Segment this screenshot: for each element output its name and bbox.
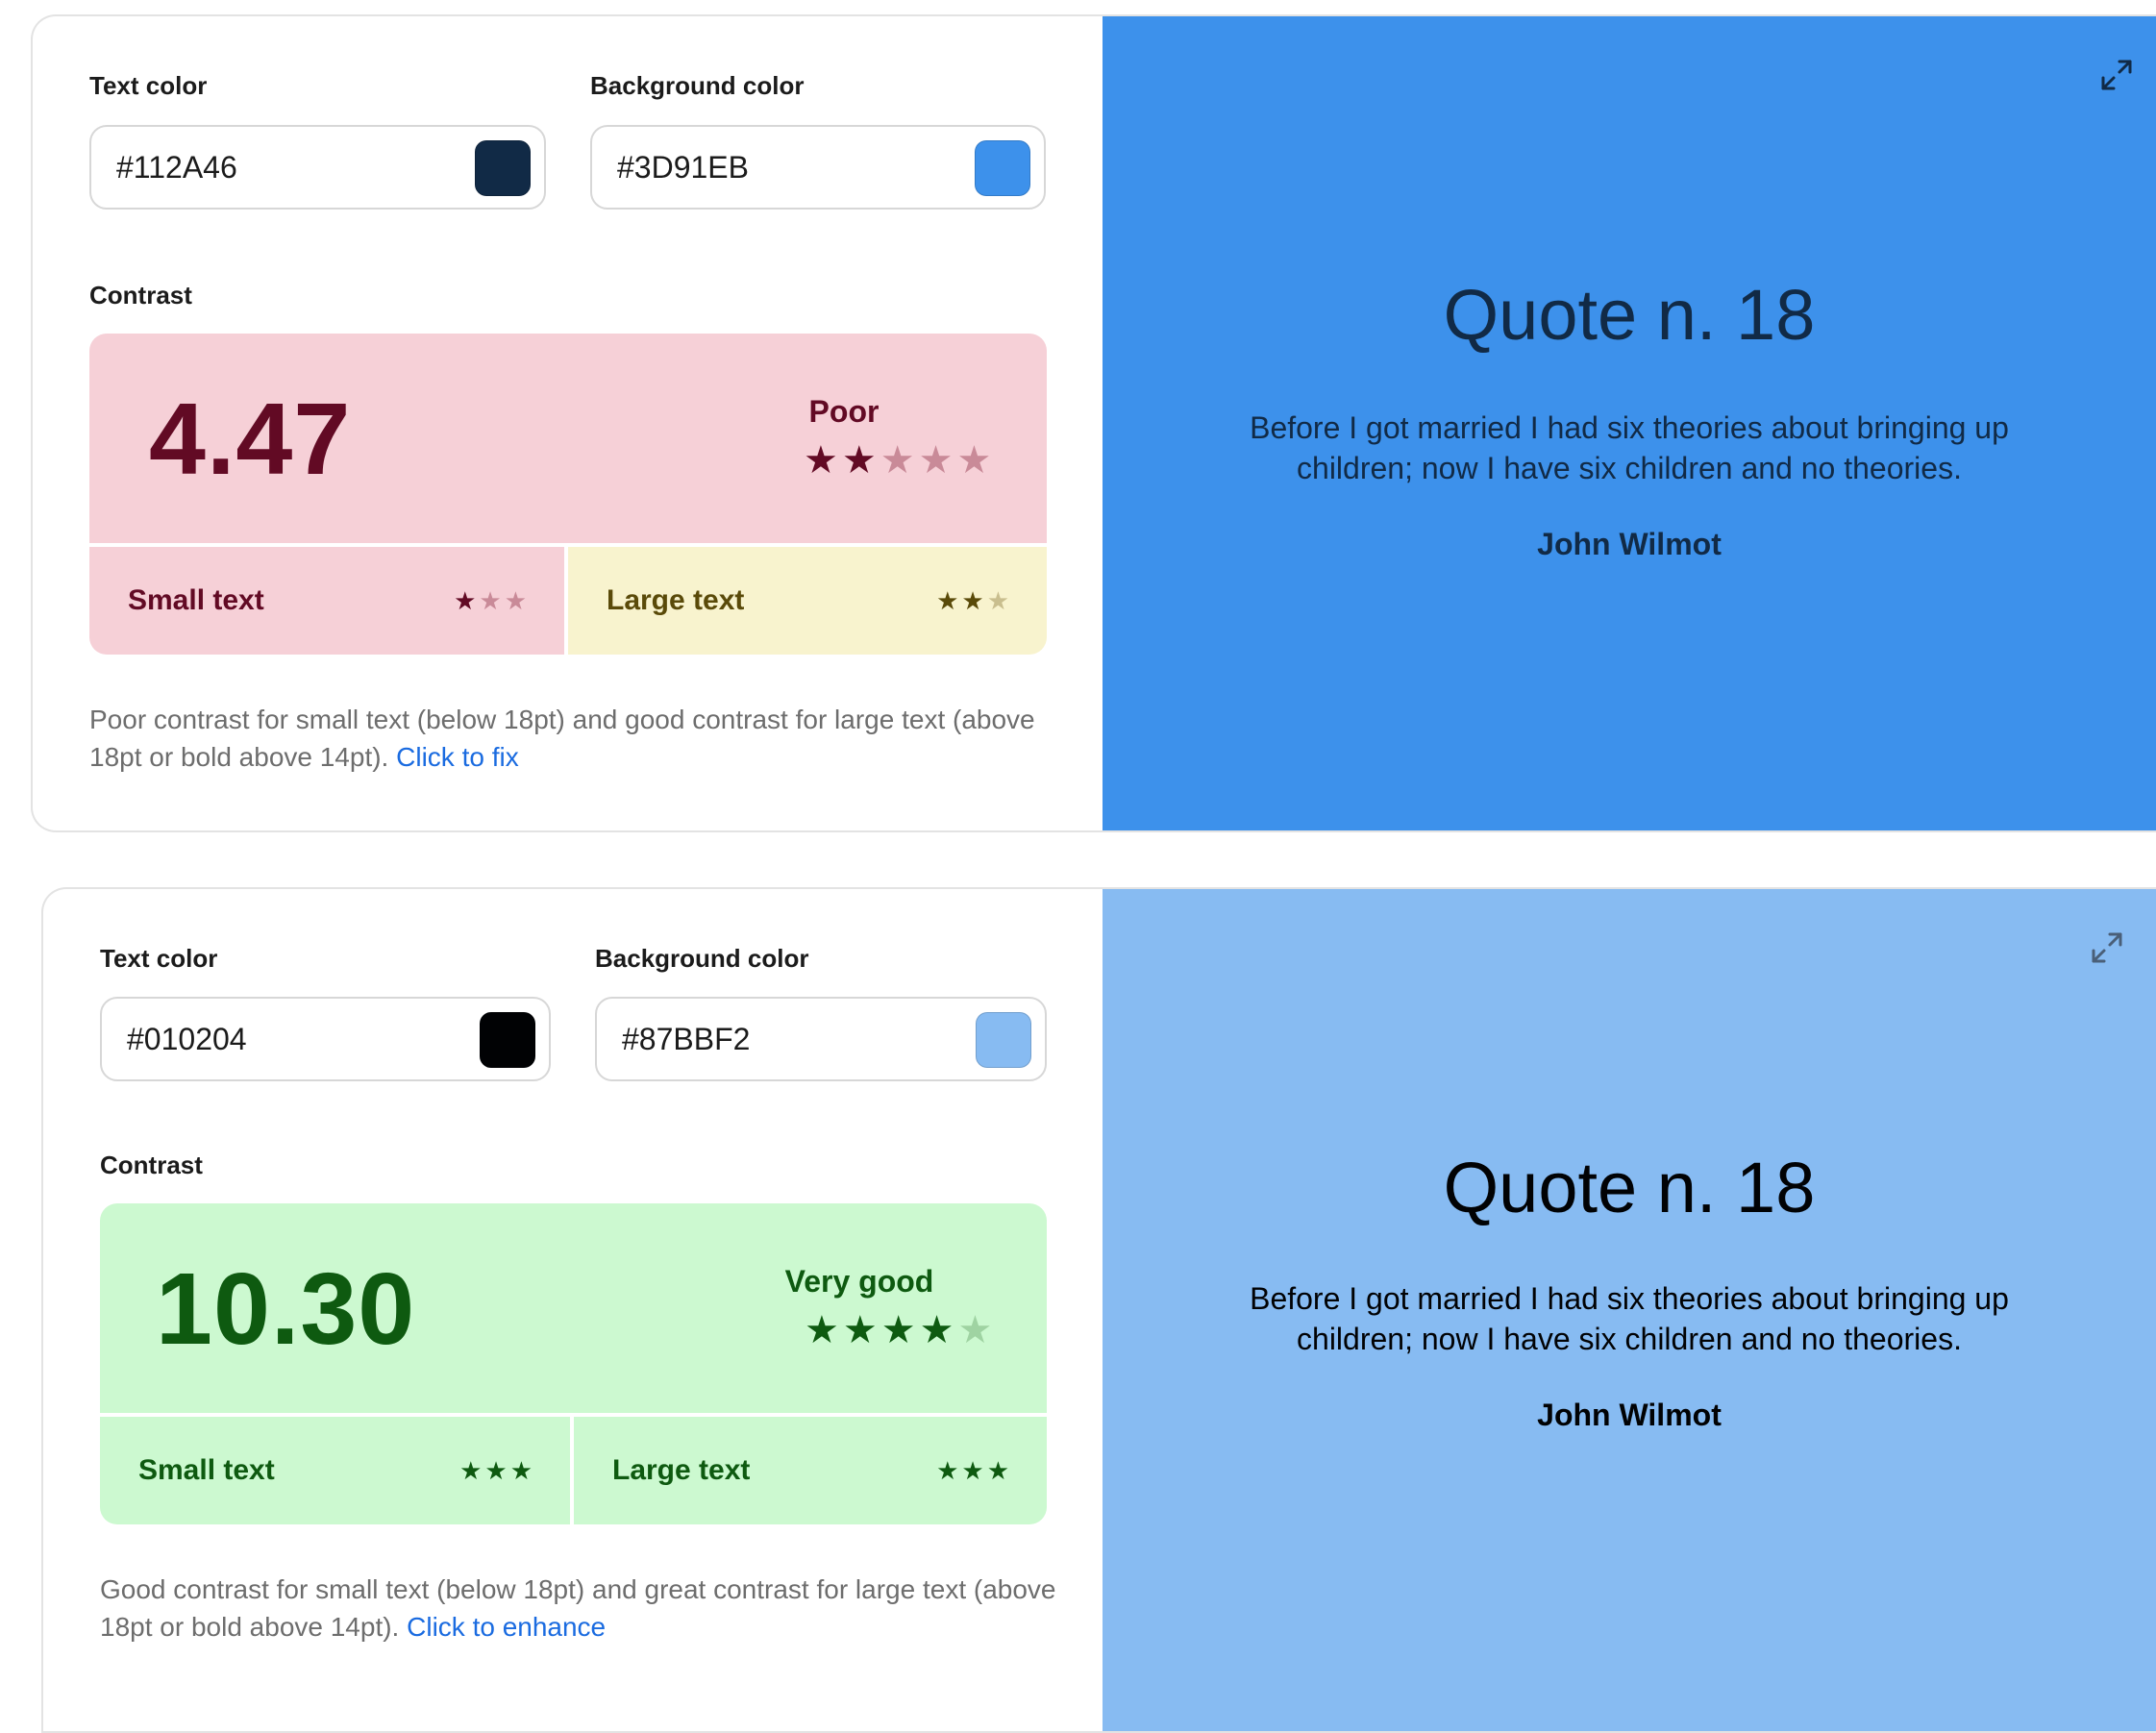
large-text-label: Large text [612, 1454, 751, 1486]
color-pair-card: Text color Background color #112A46 #3D9… [31, 14, 2156, 832]
background-color-input[interactable]: #87BBF2 [595, 997, 1047, 1081]
quote-preview: Quote n. 18 Before I got married I had s… [1103, 889, 2156, 1731]
text-color-label: Text color [89, 71, 208, 100]
star-icon: ★ [484, 1456, 510, 1485]
description-text: Poor contrast for small text (below 18pt… [89, 705, 1035, 772]
large-text-stars: ★★★ [936, 1417, 1012, 1524]
quote-preview: Quote n. 18 Before I got married I had s… [1103, 16, 2156, 830]
small-text-rating: Small text ★★★ [89, 547, 564, 655]
background-color-value[interactable]: #87BBF2 [622, 999, 750, 1079]
contrast-label: Contrast [100, 1151, 203, 1179]
controls-column: Text color Background color #010204 #87B… [43, 889, 1103, 1731]
star-icon: ★ [957, 1309, 997, 1351]
star-icon: ★ [919, 1309, 958, 1351]
quote-title: Quote n. 18 [1443, 275, 1816, 355]
star-icon: ★ [936, 586, 962, 615]
text-color-swatch[interactable] [475, 140, 531, 196]
background-color-label: Background color [595, 944, 809, 973]
star-icon: ★ [918, 439, 957, 482]
text-color-input[interactable]: #010204 [100, 997, 551, 1081]
controls-column: Text color Background color #112A46 #3D9… [33, 16, 1103, 830]
large-text-stars: ★★★ [936, 547, 1012, 655]
star-icon: ★ [936, 1456, 962, 1485]
background-color-label: Background color [590, 71, 805, 100]
quote-text: Before I got married I had six theories … [1250, 410, 2009, 485]
quote-title: Quote n. 18 [1443, 1148, 1816, 1227]
small-text-label: Small text [138, 1454, 275, 1486]
small-text-rating: Small text ★★★ [100, 1417, 570, 1524]
star-icon: ★ [986, 1456, 1012, 1485]
background-color-swatch[interactable] [976, 1012, 1031, 1068]
small-text-stars: ★★★ [459, 1417, 535, 1524]
background-color-input[interactable]: #3D91EB [590, 125, 1046, 210]
text-color-label: Text color [100, 944, 218, 973]
background-color-swatch[interactable] [975, 140, 1030, 196]
text-color-value[interactable]: #010204 [127, 999, 247, 1079]
large-text-rating: Large text ★★★ [568, 547, 1047, 655]
fix-link[interactable]: Click to fix [396, 742, 519, 772]
rating-stars: ★★★★★ [804, 441, 995, 480]
star-icon: ★ [880, 1309, 920, 1351]
text-color-input[interactable]: #112A46 [89, 125, 546, 210]
quote-text: Before I got married I had six theories … [1250, 1281, 2009, 1356]
contrast-ratio: 4.47 [149, 383, 352, 496]
large-text-label: Large text [607, 584, 745, 616]
text-color-swatch[interactable] [480, 1012, 535, 1068]
large-text-rating: Large text ★★★ [574, 1417, 1047, 1524]
contrast-rating: Poor [808, 394, 880, 429]
contrast-summary: 4.47 Poor ★★★★★ [89, 334, 1047, 543]
contrast-description: Good contrast for small text (below 18pt… [100, 1571, 1080, 1646]
background-color-value[interactable]: #3D91EB [617, 127, 749, 208]
contrast-rating: Very good [784, 1264, 934, 1299]
contrast-panel: 4.47 Poor ★★★★★ Small text ★★★ Large tex… [89, 334, 1047, 655]
star-icon: ★ [956, 439, 996, 482]
star-icon: ★ [986, 586, 1012, 615]
small-text-stars: ★★★ [454, 547, 530, 655]
contrast-panel: 10.30 Very good ★★★★★ Small text ★★★ Lar… [100, 1203, 1047, 1524]
enhance-link[interactable]: Click to enhance [407, 1612, 606, 1642]
star-icon: ★ [509, 1456, 535, 1485]
star-icon: ★ [961, 586, 987, 615]
star-icon: ★ [479, 586, 505, 615]
star-icon: ★ [804, 439, 842, 482]
star-icon: ★ [805, 1309, 843, 1351]
contrast-description: Poor contrast for small text (below 18pt… [89, 701, 1051, 776]
star-icon: ★ [841, 439, 880, 482]
star-icon: ★ [504, 586, 530, 615]
text-color-value[interactable]: #112A46 [116, 127, 237, 208]
star-icon: ★ [880, 439, 919, 482]
star-icon: ★ [454, 586, 480, 615]
rating-stars: ★★★★★ [805, 1311, 996, 1349]
expand-icon[interactable] [2089, 929, 2125, 966]
quote-author: John Wilmot [1537, 1398, 1722, 1432]
star-icon: ★ [961, 1456, 987, 1485]
contrast-label: Contrast [89, 281, 192, 309]
small-text-label: Small text [128, 584, 264, 616]
contrast-ratio: 10.30 [156, 1252, 416, 1366]
expand-icon[interactable] [2098, 57, 2135, 93]
contrast-summary: 10.30 Very good ★★★★★ [100, 1203, 1047, 1413]
quote-author: John Wilmot [1537, 527, 1722, 561]
star-icon: ★ [459, 1456, 485, 1485]
star-icon: ★ [842, 1309, 881, 1351]
color-pair-card: Text color Background color #010204 #87B… [41, 887, 2156, 1733]
